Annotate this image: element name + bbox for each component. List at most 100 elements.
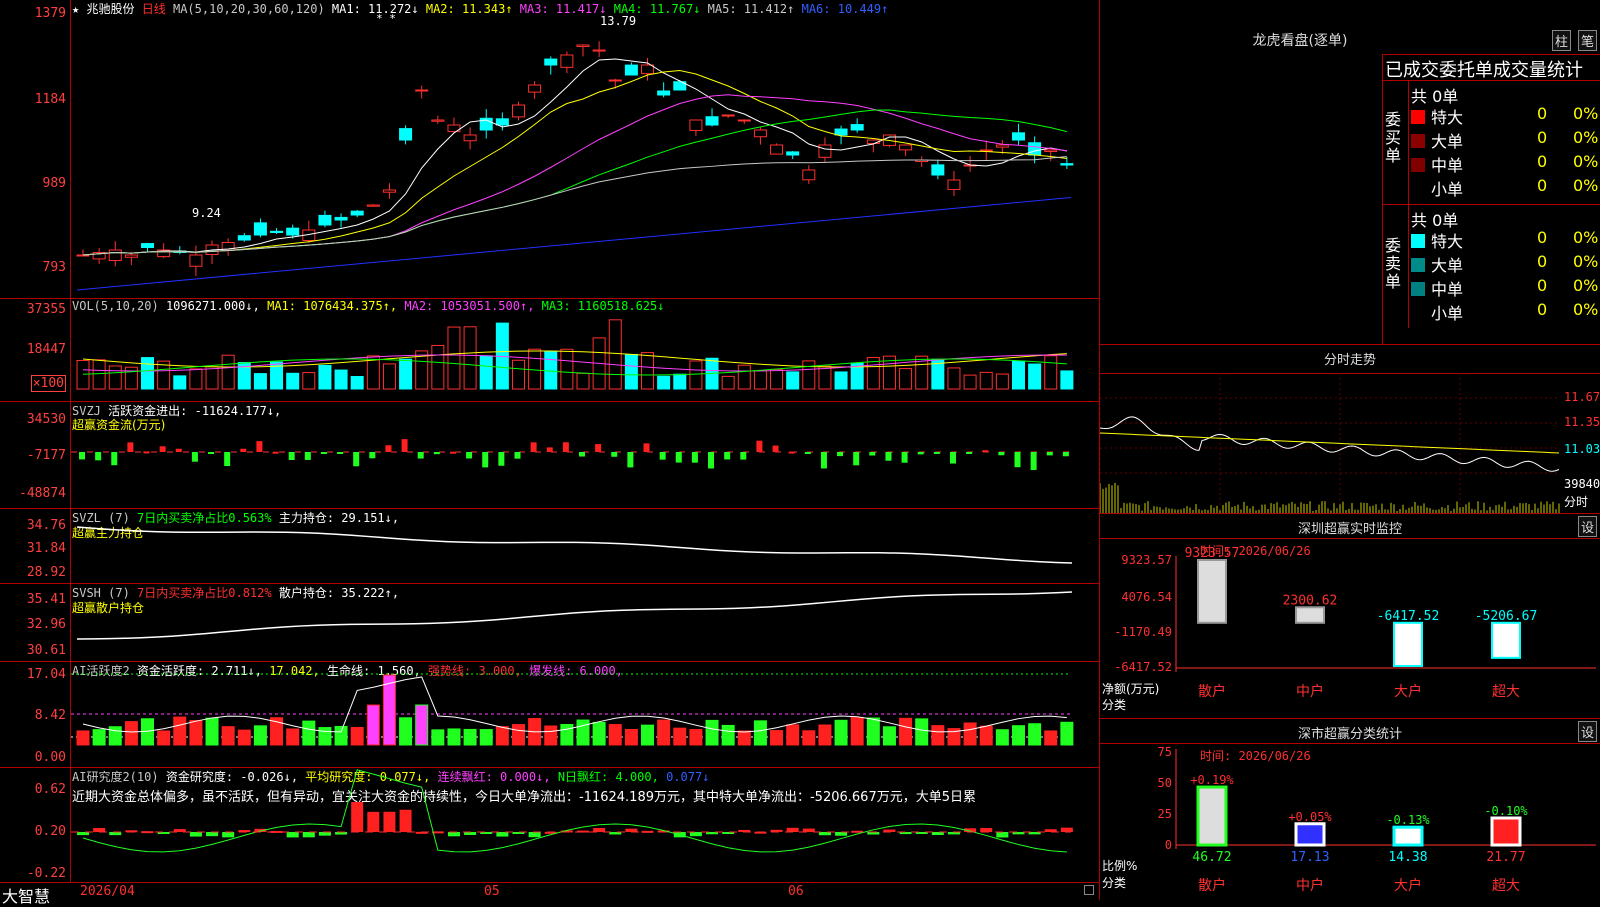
volume-bar xyxy=(318,364,332,390)
lhb-table: 已成交委托单成交量统计 委买单 共 0单 委卖单 共 0单 特大 0 0% 大单 0 0%… xyxy=(1382,54,1600,344)
candle-body xyxy=(124,254,138,258)
svzj-chart[interactable] xyxy=(71,402,1099,508)
monitor-panel[interactable]: 深圳超赢实时监控 设 时间: 2026/06/26 9323.57 4076.54… xyxy=(1100,514,1600,719)
candle-body xyxy=(350,210,364,216)
activity-bar xyxy=(318,727,332,746)
svzl-tick: 28.92 xyxy=(26,565,66,580)
classify-tick: 25 xyxy=(1158,807,1172,821)
ai-research-panel[interactable]: 0.62 0.20 -0.22 AI研究度2(10) 资金研究度: -0.026… xyxy=(0,768,1099,882)
intraday-avg-line xyxy=(1100,432,1560,454)
intraday-chart[interactable] xyxy=(1100,373,1560,513)
monitor-tick: -1170.49 xyxy=(1114,625,1172,639)
signal-marks: * * xyxy=(376,12,396,25)
activity-bar xyxy=(1011,725,1025,746)
classify-tick: 75 xyxy=(1158,745,1172,759)
activity-bar xyxy=(205,717,219,746)
classify-category: 中户 xyxy=(1296,877,1324,894)
tick-mode-button[interactable]: 笔 xyxy=(1578,30,1598,51)
price-panel[interactable]: 1379 1184 989 793 ★ 兆驰股份 日线 MA(5,10,20,3… xyxy=(0,0,1099,299)
svzj-panel[interactable]: 34530 -7177 -48874 SVZJ 活跃资金进出: -11624.1… xyxy=(0,402,1099,509)
svzj-tick: 34530 xyxy=(26,412,66,427)
svzj-bar xyxy=(433,452,440,455)
activity-bar xyxy=(334,725,348,746)
svzl-panel[interactable]: 34.76 31.84 28.92 SVZL (7) 7日内买卖净占比0.563… xyxy=(0,509,1099,584)
activity-bar xyxy=(689,729,703,746)
activity-bar xyxy=(753,720,767,746)
volume-panel[interactable]: 37355 18447 ×100 VOL(5,10,20) 1096271.00… xyxy=(0,299,1099,402)
activity-bar xyxy=(624,729,638,746)
row-value: 0 xyxy=(1537,176,1548,195)
svzj-bar xyxy=(982,450,989,453)
classify-bar xyxy=(1294,822,1326,847)
lhb-panel[interactable]: 龙虎看盘(逐单) 柱 笔 已成交委托单成交量统计 委买单 共 0单 委卖单 共 … xyxy=(1100,0,1600,345)
monitor-category: 超大 xyxy=(1492,684,1520,700)
svzj-bar xyxy=(917,452,924,455)
ai-activity-chart[interactable] xyxy=(71,662,1099,767)
classify-chart[interactable]: 75 50 25 0 +0.19% 46.72 散户 +0.05% 17.13 中户 -0.13% 1… xyxy=(1100,719,1600,900)
candle-body xyxy=(237,235,251,241)
ai-research-chart[interactable] xyxy=(71,768,1099,882)
classify-panel[interactable]: 深市超赢分类统计 设 时间: 2026/06/26 75 50 25 0 +0.19% 4… xyxy=(1100,719,1600,900)
svzj-bar xyxy=(772,445,779,452)
classify-tick: 0 xyxy=(1165,838,1172,852)
lhb-row: 特大 0 0% xyxy=(1411,104,1598,128)
classify-change-label: +0.05% xyxy=(1288,810,1332,824)
volume-bar xyxy=(141,357,155,390)
brand-logo[interactable]: 大智慧 xyxy=(2,883,50,907)
svzj-bar xyxy=(675,452,682,463)
svzj-bar xyxy=(401,439,408,452)
activity-bar xyxy=(431,729,445,746)
monitor-tick: 4076.54 xyxy=(1121,590,1172,604)
lock-icon[interactable] xyxy=(1084,885,1094,895)
candle-body xyxy=(705,116,719,126)
ai-activity-panel[interactable]: 17.04 8.42 0.00 AI活跃度2 资金活跃度: 2.711↓, 17… xyxy=(0,662,1099,768)
svzj-bar xyxy=(691,452,698,463)
row-value: 0 xyxy=(1537,104,1548,123)
classify-bar xyxy=(1196,785,1228,847)
row-pct: 0% xyxy=(1573,252,1599,271)
splitter[interactable] xyxy=(1099,0,1100,900)
svsh-chart[interactable] xyxy=(71,584,1099,661)
svzj-bar xyxy=(788,451,795,454)
activity-bar xyxy=(882,726,896,746)
svzj-bar xyxy=(385,445,392,452)
activity-bar xyxy=(447,728,461,746)
svzj-bar xyxy=(272,451,279,454)
classify-bar xyxy=(1392,825,1424,847)
activity-bar xyxy=(866,717,880,746)
svsh-panel[interactable]: 35.41 32.96 30.61 SVSH (7) 7日内买卖净占比0.812… xyxy=(0,584,1099,662)
activity-bar xyxy=(221,726,235,746)
candle-body xyxy=(770,144,784,155)
volume-bar xyxy=(447,326,461,390)
research-bar xyxy=(786,827,799,832)
monitor-chart[interactable]: 9323.57 4076.54 -1170.49 -6417.52 9323.57 散户 2… xyxy=(1100,514,1600,718)
intraday-panel[interactable]: 分时走势 11.67 11.35 11.03 39840 分时 xyxy=(1100,345,1600,514)
svzj-bar xyxy=(869,452,876,456)
volume-bar xyxy=(399,358,413,390)
volume-bar xyxy=(334,369,348,390)
activity-bar xyxy=(479,729,493,746)
ai2-tick: -0.22 xyxy=(26,866,66,881)
row-pct: 0% xyxy=(1573,228,1599,247)
volume-bar xyxy=(576,372,590,390)
monitor-ylabel: 净额(万元) xyxy=(1102,682,1160,696)
candle-body xyxy=(850,124,864,131)
research-bar xyxy=(593,828,606,832)
row-value: 0 xyxy=(1537,128,1548,147)
svzl-chart[interactable] xyxy=(71,509,1099,583)
monitor-tick: 9323.57 xyxy=(1121,553,1172,567)
row-pct: 0% xyxy=(1573,300,1599,319)
row-pct: 0% xyxy=(1573,176,1599,195)
activity-bar xyxy=(899,717,913,746)
volume-chart[interactable] xyxy=(71,299,1099,401)
bar-mode-button[interactable]: 柱 xyxy=(1552,30,1572,51)
volume-bar xyxy=(350,376,364,390)
intraday-tick: 11.35 xyxy=(1564,415,1600,429)
row-name: 特大 xyxy=(1431,108,1464,127)
candle-body xyxy=(931,164,945,176)
svzj-bar xyxy=(546,447,553,452)
candlestick-chart[interactable] xyxy=(71,0,1099,298)
activity-bar xyxy=(495,726,509,746)
activity-bar xyxy=(92,729,106,746)
legend-swatch xyxy=(1411,258,1425,272)
